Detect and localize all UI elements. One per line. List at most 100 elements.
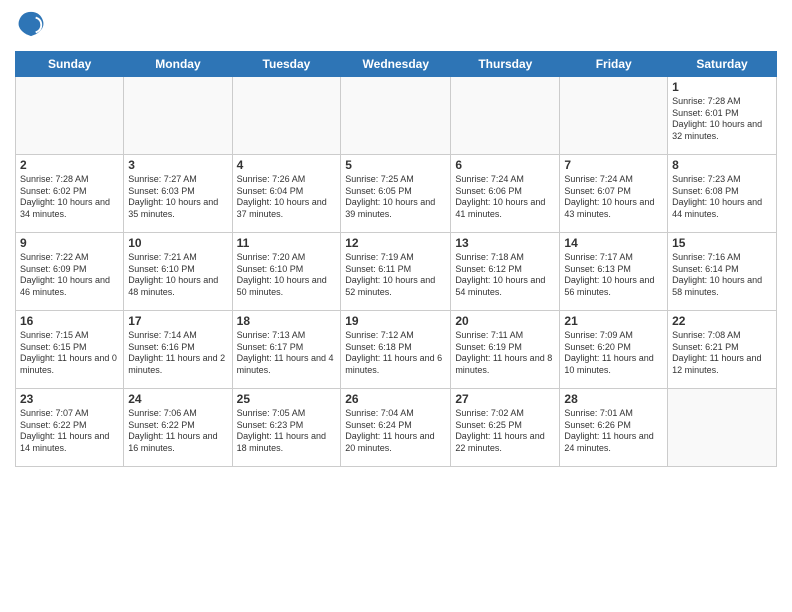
day-of-week-header: Friday [560,52,668,77]
calendar-cell: 15 Sunrise: 7:16 AM Sunset: 6:14 PM Dayli… [668,233,777,311]
calendar-week-row: 2 Sunrise: 7:28 AM Sunset: 6:02 PM Daylig… [16,155,777,233]
calendar-cell: 8Sunrise: 7:23 AM Sunset: 6:08 PM Daylig… [668,155,777,233]
calendar-cell: 12 Sunrise: 7:19 AM Sunset: 6:11 PM Dayli… [341,233,451,311]
day-info: Sunrise: 7:24 AM Sunset: 6:07 PM Dayligh… [564,174,663,221]
day-info: Sunrise: 7:13 AM Sunset: 6:17 PM Dayligh… [237,330,337,377]
day-number: 20 [455,314,555,328]
day-number: 3 [128,158,227,172]
day-number: 4 [237,158,337,172]
page-container: SundayMondayTuesdayWednesdayThursdayFrid… [0,0,792,477]
day-number: 12 [345,236,446,250]
header [15,10,777,43]
day-info: Sunrise: 7:01 AM Sunset: 6:26 PM Dayligh… [564,408,663,455]
day-number: 19 [345,314,446,328]
day-number: 23 [20,392,119,406]
calendar-cell [451,77,560,155]
calendar-cell: 13Sunrise: 7:18 AM Sunset: 6:12 PM Dayli… [451,233,560,311]
day-number: 15 [672,236,772,250]
calendar-cell: 14 Sunrise: 7:17 AM Sunset: 6:13 PM Dayli… [560,233,668,311]
calendar-cell: 5 Sunrise: 7:25 AM Sunset: 6:05 PM Daylig… [341,155,451,233]
day-info: Sunrise: 7:19 AM Sunset: 6:11 PM Dayligh… [345,252,446,299]
day-of-week-header: Monday [124,52,232,77]
calendar-cell: 7 Sunrise: 7:24 AM Sunset: 6:07 PM Daylig… [560,155,668,233]
calendar-cell: 19 Sunrise: 7:12 AM Sunset: 6:18 PM Dayli… [341,311,451,389]
day-number: 11 [237,236,337,250]
calendar-cell: 9 Sunrise: 7:22 AM Sunset: 6:09 PM Daylig… [16,233,124,311]
day-of-week-header: Sunday [16,52,124,77]
day-number: 1 [672,80,772,94]
calendar-cell [16,77,124,155]
calendar-week-row: 23 Sunrise: 7:07 AM Sunset: 6:22 PM Dayli… [16,389,777,467]
calendar-cell: 10Sunrise: 7:21 AM Sunset: 6:10 PM Dayli… [124,233,232,311]
day-info: Sunrise: 7:12 AM Sunset: 6:18 PM Dayligh… [345,330,446,377]
day-number: 9 [20,236,119,250]
day-info: Sunrise: 7:14 AM Sunset: 6:16 PM Dayligh… [128,330,227,377]
calendar-cell: 2 Sunrise: 7:28 AM Sunset: 6:02 PM Daylig… [16,155,124,233]
day-number: 5 [345,158,446,172]
day-of-week-header: Thursday [451,52,560,77]
day-info: Sunrise: 7:05 AM Sunset: 6:23 PM Dayligh… [237,408,337,455]
calendar-cell: 28 Sunrise: 7:01 AM Sunset: 6:26 PM Dayli… [560,389,668,467]
day-number: 8 [672,158,772,172]
calendar-cell: 6Sunrise: 7:24 AM Sunset: 6:06 PM Daylig… [451,155,560,233]
day-number: 21 [564,314,663,328]
calendar-cell: 18 Sunrise: 7:13 AM Sunset: 6:17 PM Dayli… [232,311,341,389]
calendar-cell: 3 Sunrise: 7:27 AM Sunset: 6:03 PM Daylig… [124,155,232,233]
calendar-cell [560,77,668,155]
day-number: 14 [564,236,663,250]
calendar-cell [124,77,232,155]
day-info: Sunrise: 7:11 AM Sunset: 6:19 PM Dayligh… [455,330,555,377]
day-info: Sunrise: 7:04 AM Sunset: 6:24 PM Dayligh… [345,408,446,455]
calendar-cell: 21 Sunrise: 7:09 AM Sunset: 6:20 PM Dayli… [560,311,668,389]
day-info: Sunrise: 7:26 AM Sunset: 6:04 PM Dayligh… [237,174,337,221]
calendar-cell: 26 Sunrise: 7:04 AM Sunset: 6:24 PM Dayli… [341,389,451,467]
calendar-cell [232,77,341,155]
day-number: 17 [128,314,227,328]
logo [15,10,45,43]
calendar-cell: 1 Sunrise: 7:28 AM Sunset: 6:01 PM Daylig… [668,77,777,155]
day-info: Sunrise: 7:28 AM Sunset: 6:02 PM Dayligh… [20,174,119,221]
day-info: Sunrise: 7:15 AM Sunset: 6:15 PM Dayligh… [20,330,119,377]
day-info: Sunrise: 7:17 AM Sunset: 6:13 PM Dayligh… [564,252,663,299]
day-info: Sunrise: 7:07 AM Sunset: 6:22 PM Dayligh… [20,408,119,455]
day-number: 18 [237,314,337,328]
day-number: 2 [20,158,119,172]
day-info: Sunrise: 7:24 AM Sunset: 6:06 PM Dayligh… [455,174,555,221]
day-info: Sunrise: 7:02 AM Sunset: 6:25 PM Dayligh… [455,408,555,455]
day-of-week-header: Saturday [668,52,777,77]
day-info: Sunrise: 7:25 AM Sunset: 6:05 PM Dayligh… [345,174,446,221]
calendar-cell [341,77,451,155]
calendar: SundayMondayTuesdayWednesdayThursdayFrid… [15,51,777,467]
calendar-cell: 25 Sunrise: 7:05 AM Sunset: 6:23 PM Dayli… [232,389,341,467]
day-info: Sunrise: 7:28 AM Sunset: 6:01 PM Dayligh… [672,96,772,143]
day-info: Sunrise: 7:22 AM Sunset: 6:09 PM Dayligh… [20,252,119,299]
calendar-cell: 17 Sunrise: 7:14 AM Sunset: 6:16 PM Dayli… [124,311,232,389]
calendar-cell: 11 Sunrise: 7:20 AM Sunset: 6:10 PM Dayli… [232,233,341,311]
calendar-week-row: 9 Sunrise: 7:22 AM Sunset: 6:09 PM Daylig… [16,233,777,311]
calendar-cell: 20 Sunrise: 7:11 AM Sunset: 6:19 PM Dayli… [451,311,560,389]
day-info: Sunrise: 7:18 AM Sunset: 6:12 PM Dayligh… [455,252,555,299]
day-info: Sunrise: 7:06 AM Sunset: 6:22 PM Dayligh… [128,408,227,455]
calendar-cell: 22Sunrise: 7:08 AM Sunset: 6:21 PM Dayli… [668,311,777,389]
calendar-cell [668,389,777,467]
calendar-cell: 16 Sunrise: 7:15 AM Sunset: 6:15 PM Dayli… [16,311,124,389]
day-number: 7 [564,158,663,172]
day-of-week-header: Tuesday [232,52,341,77]
day-info: Sunrise: 7:27 AM Sunset: 6:03 PM Dayligh… [128,174,227,221]
logo-icon [17,10,45,38]
days-of-week-row: SundayMondayTuesdayWednesdayThursdayFrid… [16,52,777,77]
day-info: Sunrise: 7:16 AM Sunset: 6:14 PM Dayligh… [672,252,772,299]
day-number: 25 [237,392,337,406]
calendar-cell: 4 Sunrise: 7:26 AM Sunset: 6:04 PM Daylig… [232,155,341,233]
calendar-cell: 23 Sunrise: 7:07 AM Sunset: 6:22 PM Dayli… [16,389,124,467]
calendar-cell: 27Sunrise: 7:02 AM Sunset: 6:25 PM Dayli… [451,389,560,467]
day-of-week-header: Wednesday [341,52,451,77]
day-number: 28 [564,392,663,406]
day-number: 16 [20,314,119,328]
calendar-cell: 24Sunrise: 7:06 AM Sunset: 6:22 PM Dayli… [124,389,232,467]
day-info: Sunrise: 7:09 AM Sunset: 6:20 PM Dayligh… [564,330,663,377]
day-info: Sunrise: 7:08 AM Sunset: 6:21 PM Dayligh… [672,330,772,377]
calendar-body: 1 Sunrise: 7:28 AM Sunset: 6:01 PM Daylig… [16,77,777,467]
day-number: 26 [345,392,446,406]
day-info: Sunrise: 7:20 AM Sunset: 6:10 PM Dayligh… [237,252,337,299]
